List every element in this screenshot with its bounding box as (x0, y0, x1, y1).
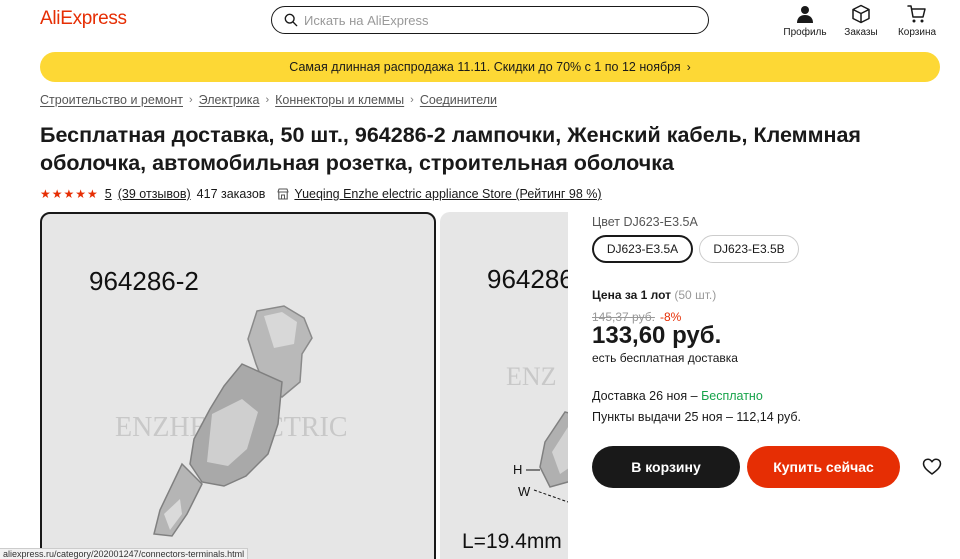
width-label: W (518, 484, 531, 499)
chevron-right-icon: › (686, 60, 691, 74)
promo-banner[interactable]: Самая длинная распродажа 11.11. Скидки д… (40, 52, 940, 82)
purchase-panel: Цвет DJ623-E3.5A DJ623-E3.5A DJ623-E3.5B… (592, 212, 960, 559)
product-image-main[interactable]: 964286-2 ENZHE ELECTRIC (40, 212, 436, 559)
variant-dj623-e3-5b[interactable]: DJ623-E3.5B (699, 235, 799, 263)
cart-icon (907, 5, 926, 23)
height-label: H (513, 462, 522, 477)
orders-button[interactable]: Заказы (831, 4, 891, 38)
rating-stars: ★★★★★ (40, 187, 99, 201)
terminal-illustration (539, 411, 568, 488)
cart-button[interactable]: Корзина (887, 4, 947, 38)
profile-label: Профиль (783, 27, 827, 38)
pickup-info: Пункты выдачи 25 ноя – 112,14 руб. (592, 410, 802, 424)
price-label-text: Цена за 1 лот (592, 288, 672, 302)
promo-banner-text: Самая длинная распродажа 11.11. Скидки д… (289, 60, 681, 74)
heart-icon[interactable] (922, 457, 942, 477)
width-dimension-line (533, 489, 568, 503)
add-to-cart-button[interactable]: В корзину (592, 446, 740, 488)
breadcrumb-item-electrics[interactable]: Электрика (199, 93, 260, 107)
breadcrumb: Строительство и ремонт › Электрика › Кон… (40, 93, 497, 107)
lot-size: (50 шт.) (674, 288, 717, 302)
reviews-link[interactable]: (39 отзывов) (118, 187, 191, 201)
variant-dj623-e3-5a[interactable]: DJ623-E3.5A (592, 235, 693, 263)
breadcrumb-item-connectors[interactable]: Соединители (420, 93, 497, 107)
rating-row: ★★★★★ 5 (39 отзывов) 417 заказов Yueqing… (40, 187, 602, 201)
delivery-info: Доставка 26 ноя – Бесплатно (592, 389, 763, 403)
buy-now-button[interactable]: Купить сейчас (747, 446, 900, 488)
delivery-date: Доставка 26 ноя – (592, 389, 702, 403)
status-bar-url: aliexpress.ru/category/202001247/connect… (0, 548, 249, 559)
watermark-text: ENZ (506, 362, 557, 391)
orders-label: Заказы (844, 27, 878, 38)
breadcrumb-separator: › (410, 94, 414, 106)
color-option-label: Цвет DJ623-E3.5A (592, 215, 698, 229)
store-icon (277, 188, 289, 200)
aliexpress-logo[interactable]: AliExpress (40, 8, 127, 30)
breadcrumb-separator: › (189, 94, 193, 106)
price-per-lot-label: Цена за 1 лот (50 шт.) (592, 288, 716, 302)
orders-count: 417 заказов (196, 187, 266, 201)
product-image-dimensions[interactable]: 964286 ENZ H W L=19.4mm (440, 212, 568, 559)
store-link[interactable]: Yueqing Enzhe electric appliance Store (… (294, 187, 601, 201)
part-number-label: 964286 (487, 264, 568, 294)
profile-icon (797, 6, 813, 23)
part-number-label: 964286-2 (89, 266, 199, 296)
breadcrumb-item-construction[interactable]: Строительство и ремонт (40, 93, 183, 107)
current-price: 133,60 руб. (592, 322, 722, 349)
breadcrumb-separator: › (265, 94, 270, 106)
search-icon (284, 13, 298, 27)
free-shipping-note: есть бесплатная доставка (592, 351, 738, 365)
box-icon (852, 4, 870, 24)
product-gallery: 964286-2 ENZHE ELECTRIC 964286 ENZ H W L… (40, 212, 568, 559)
search-input[interactable] (304, 12, 684, 28)
cart-label: Корзина (897, 27, 937, 38)
profile-button[interactable]: Профиль (775, 4, 835, 38)
product-title: Бесплатная доставка, 50 шт., 964286-2 ла… (40, 123, 861, 175)
header: AliExpress Профиль Заказы Корзина (0, 0, 960, 44)
search-bar[interactable] (271, 6, 709, 34)
breadcrumb-item-connectors-terminals[interactable]: Коннекторы и клеммы (275, 93, 404, 107)
rating-value[interactable]: 5 (105, 187, 112, 201)
length-label: L=19.4mm (462, 530, 562, 553)
delivery-free-label: Бесплатно (701, 389, 763, 403)
